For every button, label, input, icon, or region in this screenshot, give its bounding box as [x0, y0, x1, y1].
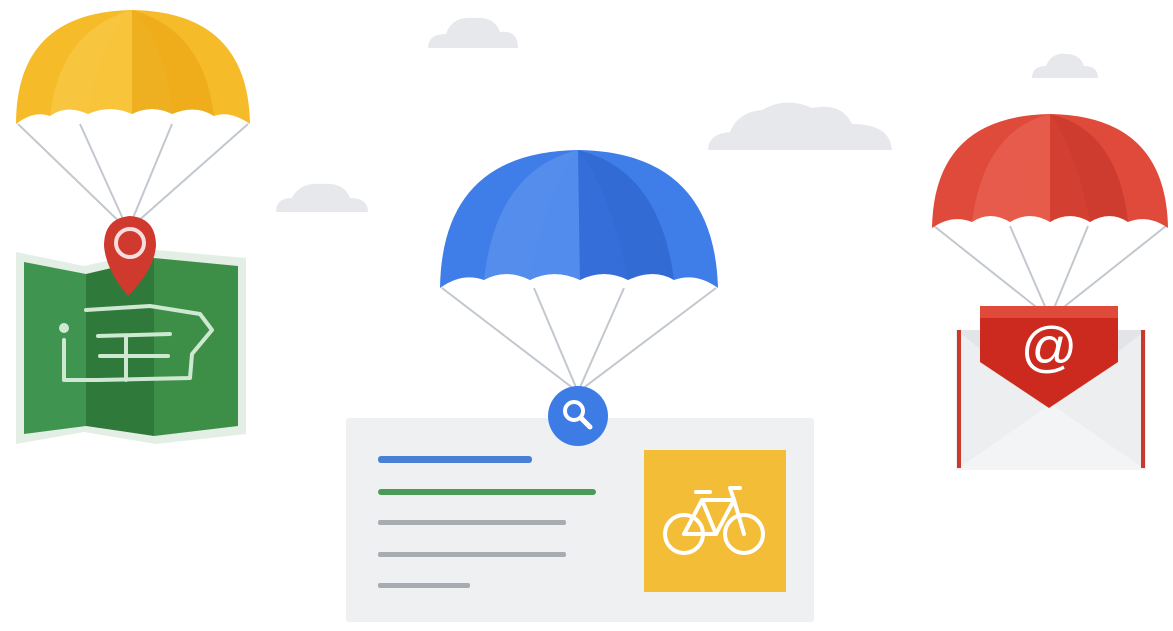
result-text-line — [378, 520, 566, 525]
search-icon — [548, 386, 608, 446]
bike-tile — [644, 450, 786, 592]
cloud-mid-right — [708, 102, 892, 150]
search-result-card — [346, 418, 814, 622]
result-url-line — [378, 489, 596, 495]
at-sign-icon: @ — [1021, 315, 1078, 378]
result-title-line — [378, 456, 532, 463]
yellow-parachute — [16, 10, 250, 231]
result-text-line — [378, 583, 470, 588]
result-text-line — [378, 552, 566, 557]
cloud-top-center — [428, 17, 518, 48]
cloud-top-right — [1032, 53, 1098, 78]
parachute-illustration: @ — [16, 10, 1168, 622]
blue-parachute — [440, 150, 718, 393]
red-parachute — [932, 114, 1168, 319]
svg-text:@: @ — [1021, 315, 1078, 378]
cloud-left — [276, 183, 368, 212]
